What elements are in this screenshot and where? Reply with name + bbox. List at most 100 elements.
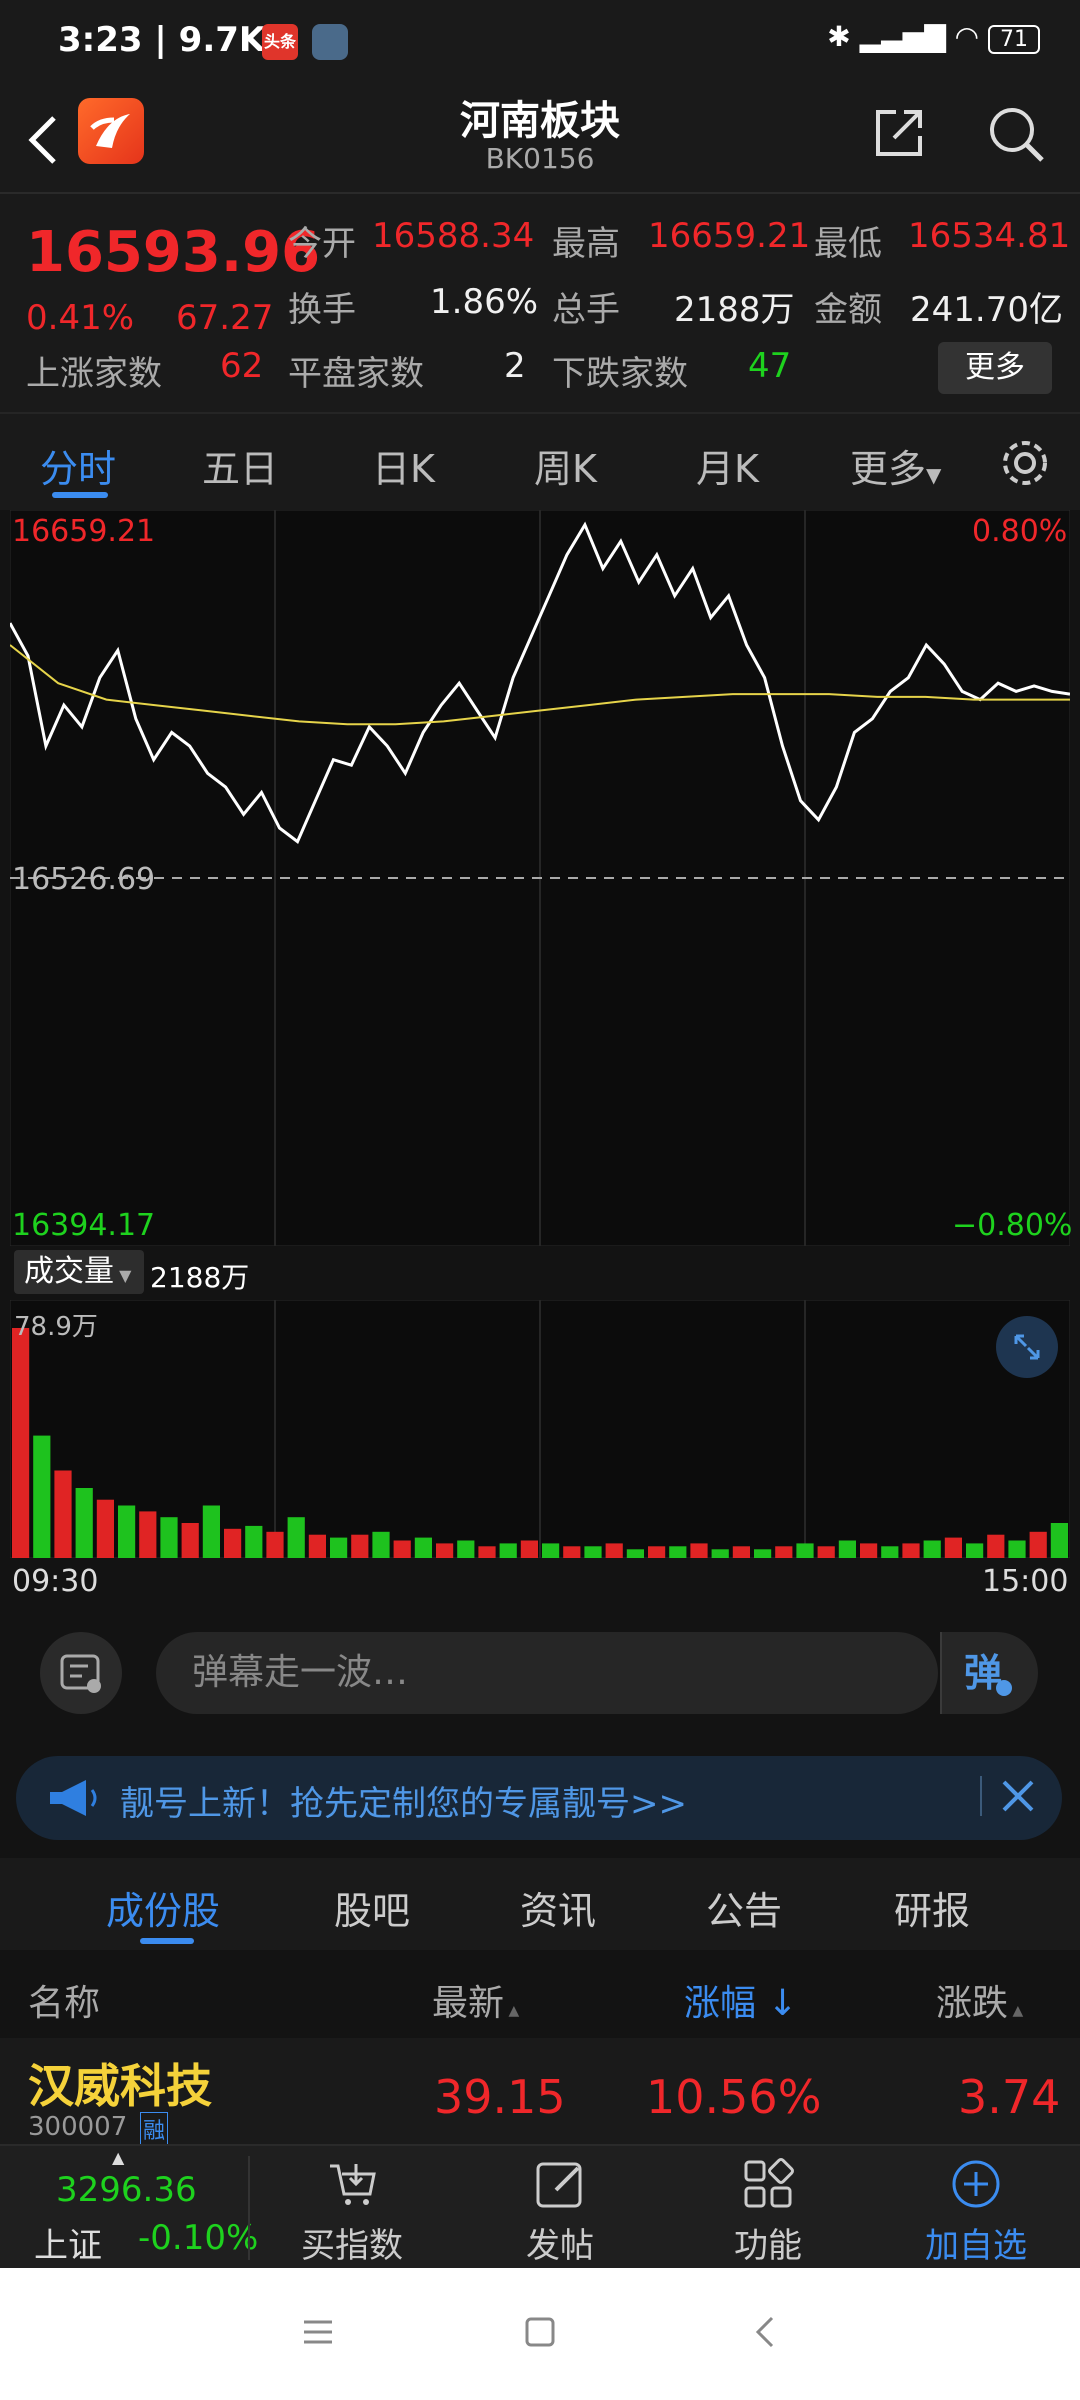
close-icon[interactable] — [996, 1774, 1040, 1818]
intraday-price-chart[interactable] — [10, 510, 1070, 1246]
tab-forum[interactable]: 股吧 — [334, 1880, 410, 1935]
promo-banner[interactable]: 靓号上新！抢先定制您的专属靓号>> — [16, 1756, 1062, 1840]
nav-buy-index[interactable]: 买指数 — [282, 2156, 422, 2267]
tab-research[interactable]: 研报 — [894, 1880, 970, 1935]
tab-five-day[interactable]: 五日 — [202, 438, 278, 493]
volume-bar — [520, 1540, 538, 1558]
status-bar: 3:23 | 9.7K/s 头条 ✱ ▂▃▅▇ ◠ 71 — [0, 0, 1080, 88]
nav-post[interactable]: 发帖 — [490, 2156, 630, 2267]
volume-bar — [245, 1525, 263, 1558]
up-count: 62 — [220, 346, 264, 386]
bluetooth-icon: ✱ — [827, 20, 851, 53]
volume-value: 2188万 — [674, 290, 795, 330]
volume-bar — [1008, 1540, 1026, 1558]
low-label: 最低 — [814, 224, 882, 264]
volume-bar — [690, 1543, 708, 1558]
tab-daily-k[interactable]: 日K — [372, 438, 435, 493]
gear-icon[interactable] — [998, 436, 1052, 490]
volume-bar — [584, 1546, 602, 1558]
volume-bar — [605, 1543, 623, 1558]
change-percent: 0.41% — [26, 298, 135, 338]
megaphone-icon — [50, 1780, 97, 1816]
volume-bar — [669, 1546, 687, 1558]
index-value: 3296.36 — [56, 2170, 197, 2210]
volume-bar — [12, 1328, 30, 1558]
volume-chart[interactable] — [10, 1300, 1070, 1558]
volume-bar — [414, 1537, 432, 1558]
tab-monthly-k[interactable]: 月K — [696, 438, 759, 493]
danmaku-settings-icon[interactable] — [40, 1632, 122, 1714]
col-latest[interactable]: 最新 ▲ — [432, 1974, 519, 2026]
volume-bar — [902, 1543, 920, 1558]
volume-bar — [542, 1543, 560, 1558]
share-icon[interactable] — [870, 102, 930, 162]
y-min-label: 16394.17 — [12, 1208, 156, 1243]
y-mid-label: 16526.69 — [12, 862, 156, 897]
table-row[interactable]: 汉威科技 300007 融 39.15 10.56% 3.74 — [0, 2038, 1080, 2146]
danmaku-input[interactable]: 弹幕走一波… — [156, 1632, 938, 1714]
y-min-pct: −0.80% — [952, 1208, 1073, 1243]
volume-bar — [860, 1543, 878, 1558]
change-amount: 67.27 — [176, 298, 274, 338]
tab-announcements[interactable]: 公告 — [706, 1880, 782, 1935]
header: 河南板块 BK0156 — [0, 88, 1080, 192]
tab-intraday[interactable]: 分时 — [40, 438, 116, 493]
col-change[interactable]: 涨跌 ▲ — [936, 1974, 1023, 2026]
sort-icon: ▲ — [1008, 2003, 1024, 2019]
volume-bar — [96, 1499, 114, 1558]
more-button[interactable]: 更多 — [938, 342, 1052, 394]
high-label: 最高 — [552, 224, 620, 264]
menu-icon[interactable] — [300, 2314, 336, 2350]
up-count-label: 上涨家数 — [26, 354, 162, 394]
col-percent[interactable]: 涨幅 ↓ — [684, 1974, 798, 2026]
tab-weekly-k[interactable]: 周K — [534, 438, 597, 493]
tab-more[interactable]: 更多▼ — [850, 438, 941, 493]
volume-bar — [139, 1511, 157, 1558]
volume-bar — [966, 1543, 984, 1558]
volume-bar — [732, 1546, 750, 1558]
status-indicators: ✱ ▂▃▅▇ ◠ 71 — [827, 20, 1040, 54]
volume-bar — [118, 1505, 136, 1558]
home-icon[interactable] — [522, 2314, 558, 2350]
nav-functions[interactable]: 功能 — [698, 2156, 838, 2267]
market-index-widget[interactable]: ▲ 3296.36 上证 -0.10% — [0, 2146, 258, 2270]
active-tab-indicator — [52, 492, 108, 498]
expand-icon[interactable] — [996, 1316, 1058, 1378]
volume-bar — [330, 1537, 348, 1558]
nav-functions-label: 功能 — [734, 2226, 802, 2266]
banner-divider — [980, 1776, 982, 1816]
volume-bar — [33, 1435, 51, 1558]
down-count: 47 — [748, 346, 792, 386]
search-icon[interactable] — [984, 102, 1048, 166]
volume-bar — [457, 1540, 475, 1558]
volume-bar — [181, 1523, 199, 1558]
stock-change: 3.74 — [958, 2070, 1061, 2124]
danmaku-send-button[interactable]: 弹 — [940, 1632, 1038, 1714]
bottom-nav: ▲ 3296.36 上证 -0.10% 买指数 发帖 功能 加自选 — [0, 2144, 1080, 2270]
volume-bar — [160, 1517, 178, 1558]
open-label: 今开 — [288, 224, 356, 264]
time-end-label: 15:00 — [982, 1564, 1069, 1599]
danmaku-bar: 弹幕走一波… 弹 — [0, 1610, 1080, 1740]
stock-percent: 10.56% — [646, 2070, 822, 2124]
volume-bar — [351, 1534, 369, 1558]
amount-value: 241.70亿 — [910, 290, 1063, 330]
nav-post-label: 发帖 — [526, 2226, 594, 2266]
low-value: 16534.81 — [908, 216, 1071, 256]
y-max-pct: 0.80% — [972, 514, 1068, 549]
back-icon[interactable] — [748, 2314, 784, 2350]
banner-text: 靓号上新！抢先定制您的专属靓号>> — [120, 1784, 687, 1824]
tab-constituents[interactable]: 成份股 — [106, 1880, 220, 1935]
volume-bar — [1029, 1531, 1047, 1558]
tab-news[interactable]: 资讯 — [520, 1880, 596, 1935]
nav-add-watchlist[interactable]: 加自选 — [906, 2156, 1046, 2267]
col-change-label: 涨跌 — [936, 1983, 1009, 2024]
volume-bar — [224, 1528, 242, 1558]
margin-badge: 融 — [140, 2112, 169, 2146]
tab-more-label: 更多 — [850, 447, 927, 491]
volume-bar — [54, 1470, 72, 1558]
indicator-dropdown[interactable]: 成交量 ▼ — [14, 1250, 144, 1294]
col-percent-label: 涨幅 — [684, 1983, 757, 2024]
volume-bar — [478, 1546, 496, 1558]
volume-bar — [75, 1488, 93, 1558]
